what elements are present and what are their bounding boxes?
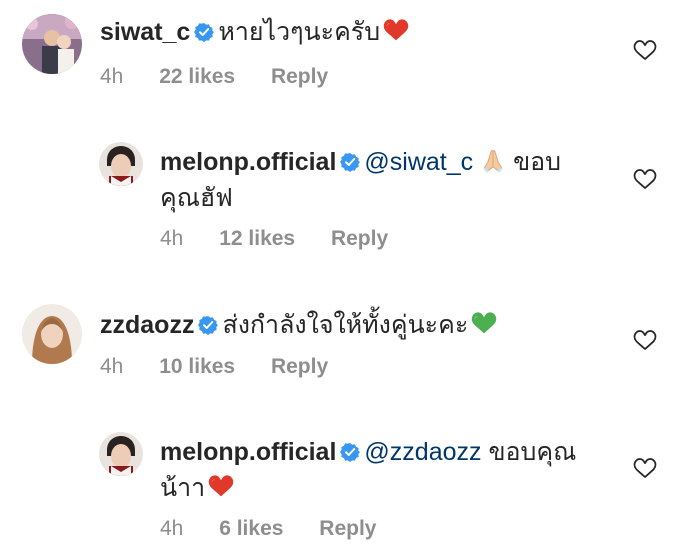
reply-button[interactable]: Reply <box>271 65 328 88</box>
reply-button[interactable]: Reply <box>319 517 376 540</box>
comment-meta: 4h 22 likes Reply <box>100 65 358 89</box>
avatar[interactable] <box>99 142 143 186</box>
comment-meta: 4h 10 likes Reply <box>100 355 358 379</box>
username[interactable]: siwat_c <box>100 18 190 46</box>
comment-meta: 4h 12 likes Reply <box>160 227 418 251</box>
red-heart-emoji-icon <box>382 18 410 44</box>
comment-text: หายไวๆนะครับ <box>218 18 381 46</box>
like-heart-icon[interactable] <box>632 456 658 480</box>
verified-badge-icon <box>198 315 218 335</box>
like-heart-icon[interactable] <box>632 167 658 191</box>
folded-hands-emoji-icon <box>480 148 506 174</box>
mention-link[interactable]: @siwat_c <box>364 148 473 176</box>
reply-button[interactable]: Reply <box>331 227 388 250</box>
avatar[interactable] <box>22 304 82 364</box>
likes-count[interactable]: 22 likes <box>159 65 235 88</box>
likes-count[interactable]: 12 likes <box>219 227 295 250</box>
comment-meta: 4h 6 likes Reply <box>160 517 406 541</box>
comment-text-line2: น้าา <box>160 474 206 502</box>
username[interactable]: zzdaozz <box>100 311 194 339</box>
like-heart-icon[interactable] <box>632 38 658 62</box>
verified-badge-icon <box>340 442 360 462</box>
comment-text: ขอบ <box>513 148 562 176</box>
green-heart-emoji-icon <box>470 311 498 337</box>
avatar[interactable] <box>22 14 82 74</box>
verified-badge-icon <box>340 152 360 172</box>
timestamp: 4h <box>100 65 124 88</box>
comment-text: ส่งกำลังใจให้ทั้งคู่นะคะ <box>222 311 469 339</box>
reply-button[interactable]: Reply <box>271 355 328 378</box>
avatar[interactable] <box>99 432 143 476</box>
timestamp: 4h <box>160 517 184 540</box>
timestamp: 4h <box>100 355 124 378</box>
comment-text-line2: คุณฮัฟ <box>160 184 233 212</box>
red-heart-emoji-icon <box>207 474 235 500</box>
comment-text: ขอบคุณ <box>488 438 577 466</box>
username[interactable]: melonp.official <box>160 438 336 466</box>
username[interactable]: melonp.official <box>160 148 336 176</box>
likes-count[interactable]: 10 likes <box>159 355 235 378</box>
like-heart-icon[interactable] <box>632 328 658 352</box>
mention-link[interactable]: @zzdaozz <box>364 438 481 466</box>
verified-badge-icon <box>194 22 214 42</box>
timestamp: 4h <box>160 227 184 250</box>
likes-count[interactable]: 6 likes <box>219 517 283 540</box>
